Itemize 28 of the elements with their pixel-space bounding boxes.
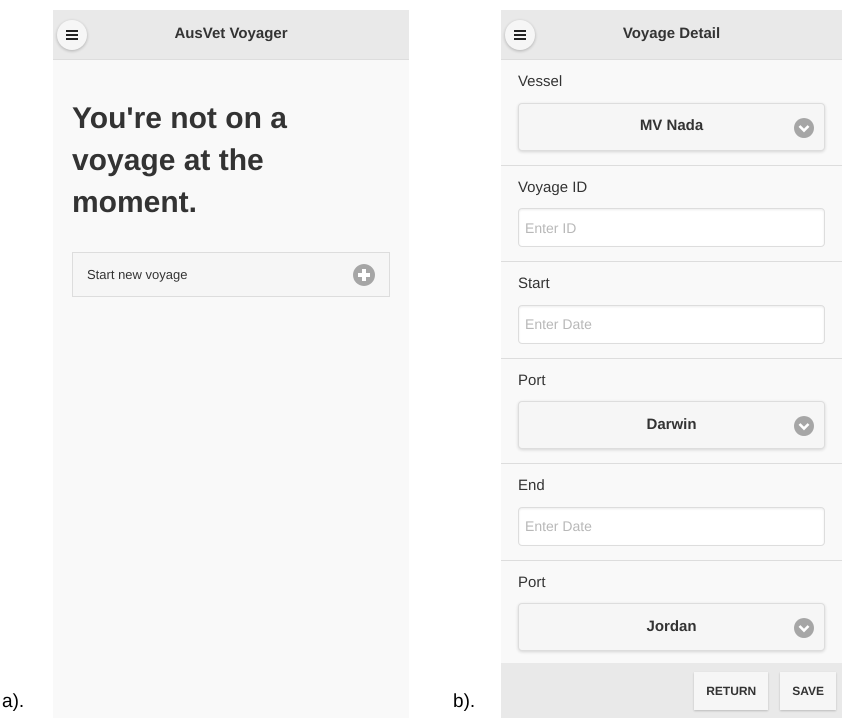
field-label: Voyage ID	[518, 178, 588, 198]
chevron-down-icon	[794, 118, 814, 138]
start-voyage-button[interactable]: Start new voyage	[72, 252, 390, 297]
select-field[interactable]: Jordan	[518, 603, 825, 651]
screen-title: Voyage Detail	[622, 24, 722, 44]
field-label: End	[518, 476, 546, 496]
footer-button[interactable]: RETURN	[694, 672, 768, 710]
field-label: Start	[518, 274, 551, 294]
select-field[interactable]: Darwin	[518, 401, 825, 449]
field-label: Port	[518, 370, 547, 390]
text-field[interactable]: Enter ID	[518, 208, 825, 247]
field-label: Vessel	[518, 72, 564, 92]
screen-title: AusVet Voyager	[173, 24, 289, 44]
footer-button[interactable]: SAVE	[780, 672, 836, 710]
menu-icon	[66, 30, 78, 40]
text-field[interactable]: Enter Date	[518, 506, 825, 546]
menu-button[interactable]	[505, 20, 535, 50]
text-field[interactable]: Enter Date	[518, 304, 825, 344]
chevron-down-icon	[794, 618, 814, 638]
plus-icon	[353, 264, 375, 286]
panel-label: a).	[1, 690, 26, 714]
select-field[interactable]: MV Nada	[518, 102, 825, 150]
panel-label: b).	[453, 690, 476, 714]
status-heading: You're not on a voyage at the moment.	[72, 101, 288, 221]
field-label: Port	[518, 572, 547, 592]
menu-icon	[514, 30, 526, 40]
menu-button[interactable]	[57, 20, 87, 50]
chevron-down-icon	[794, 416, 814, 436]
